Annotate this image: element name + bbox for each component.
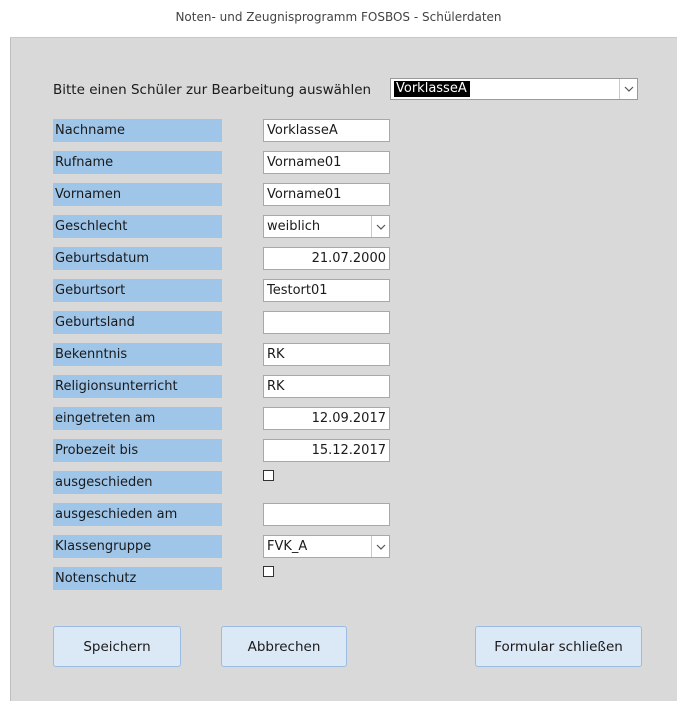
label-geburtsort: Geburtsort: [53, 279, 222, 302]
geburtsland-field[interactable]: [263, 311, 390, 334]
label-religionsunterricht: Religionsunterricht: [53, 375, 222, 398]
eingetreten-am-field[interactable]: 12.09.2017: [263, 407, 390, 430]
klassengruppe-select[interactable]: FVK_A: [263, 535, 390, 558]
label-bekenntnis: Bekenntnis: [53, 343, 222, 366]
label-klassengruppe: Klassengruppe: [53, 535, 222, 558]
bekenntnis-field[interactable]: RK: [263, 343, 390, 366]
rufname-field[interactable]: Vorname01: [263, 151, 390, 174]
notenschutz-checkbox[interactable]: [263, 566, 274, 577]
student-select-value: VorklasseA: [394, 81, 470, 97]
window-title-text: Noten- und Zeugnisprogramm FOSBOS - Schü…: [175, 10, 502, 24]
nachname-field[interactable]: VorklasseA: [263, 119, 390, 142]
chevron-down-icon[interactable]: [619, 79, 637, 99]
ausgeschieden-checkbox[interactable]: [263, 470, 274, 481]
chevron-down-icon[interactable]: [371, 536, 389, 557]
geschlecht-value: weiblich: [267, 219, 321, 234]
label-vornamen: Vornamen: [53, 183, 222, 206]
save-button[interactable]: Speichern: [53, 626, 181, 667]
label-ausgeschieden-am: ausgeschieden am: [53, 503, 222, 526]
cancel-button[interactable]: Abbrechen: [221, 626, 347, 667]
klassengruppe-value: FVK_A: [267, 539, 308, 554]
geburtsdatum-field[interactable]: 21.07.2000: [263, 247, 390, 270]
label-geschlecht: Geschlecht: [53, 215, 222, 238]
student-select[interactable]: VorklasseA: [390, 78, 638, 100]
geburtsort-field[interactable]: Testort01: [263, 279, 390, 302]
label-ausgeschieden: ausgeschieden: [53, 471, 222, 494]
chevron-down-icon[interactable]: [371, 216, 389, 237]
label-notenschutz: Notenschutz: [53, 567, 222, 590]
label-rufname: Rufname: [53, 151, 222, 174]
close-form-button[interactable]: Formular schließen: [475, 626, 642, 667]
label-geburtsland: Geburtsland: [53, 311, 222, 334]
window-title: Noten- und Zeugnisprogramm FOSBOS - Schü…: [0, 0, 677, 34]
label-geburtsdatum: Geburtsdatum: [53, 247, 222, 270]
religionsunterricht-field[interactable]: RK: [263, 375, 390, 398]
student-select-prompt: Bitte einen Schüler zur Bearbeitung ausw…: [53, 82, 372, 98]
vornamen-field[interactable]: Vorname01: [263, 183, 390, 206]
label-eingetreten-am: eingetreten am: [53, 407, 222, 430]
geschlecht-select[interactable]: weiblich: [263, 215, 390, 238]
label-probezeit-bis: Probezeit bis: [53, 439, 222, 462]
probezeit-bis-field[interactable]: 15.12.2017: [263, 439, 390, 462]
label-nachname: Nachname: [53, 119, 222, 142]
ausgeschieden-am-field[interactable]: [263, 503, 390, 526]
